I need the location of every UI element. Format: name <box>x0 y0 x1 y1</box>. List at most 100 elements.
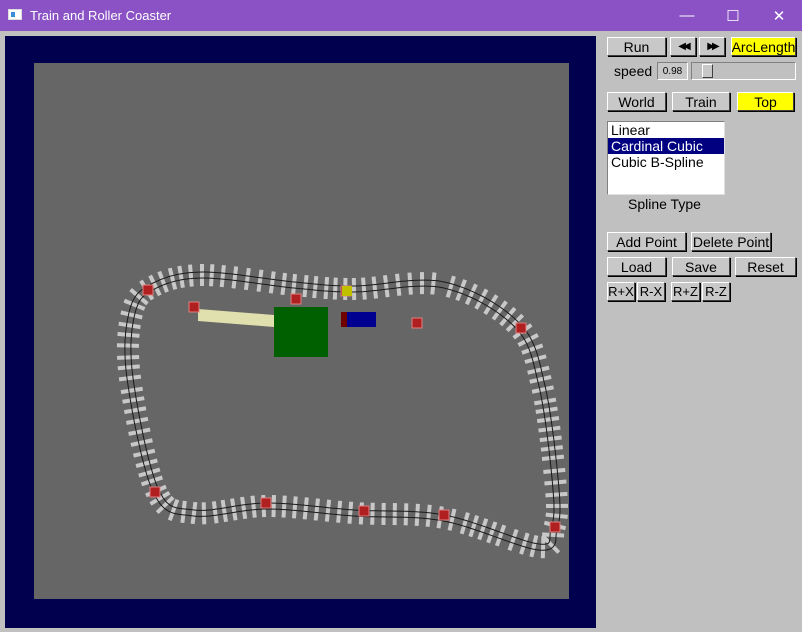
control-point[interactable] <box>438 509 450 521</box>
control-point[interactable] <box>142 284 154 296</box>
rotate-x-plus-button[interactable]: R+X <box>607 282 635 301</box>
scenery-box <box>274 307 328 357</box>
arclength-button[interactable]: ArcLength <box>731 37 796 56</box>
rotate-z-minus-button[interactable]: R-Z <box>702 282 730 301</box>
track-tie <box>135 458 158 468</box>
view-world-button[interactable]: World <box>607 92 666 111</box>
track-tie <box>116 343 139 348</box>
track-tie <box>157 270 169 293</box>
track-tie <box>177 265 185 289</box>
track-tie <box>324 499 332 522</box>
save-button[interactable]: Save <box>672 257 730 276</box>
train-front <box>341 312 347 327</box>
spline-type-list[interactable]: Linear Cardinal Cubic Cubic B-Spline <box>607 121 725 195</box>
track-tie <box>543 467 566 475</box>
control-point[interactable] <box>358 505 370 517</box>
track-tie <box>231 266 239 289</box>
control-point[interactable] <box>290 293 302 305</box>
track-tie <box>370 502 375 525</box>
load-button[interactable]: Load <box>607 257 666 276</box>
track-tie <box>535 406 558 414</box>
track-tie <box>347 501 354 524</box>
track-tie <box>517 333 539 347</box>
track-tie <box>361 277 367 300</box>
track-tie <box>140 475 164 487</box>
track-tie <box>371 276 379 299</box>
rotate-x-minus-button[interactable]: R-X <box>637 282 665 301</box>
spline-option-cardinal-cubic[interactable]: Cardinal Cubic <box>608 138 724 154</box>
track-tie <box>230 498 238 521</box>
track-tie <box>167 267 178 290</box>
train-car[interactable] <box>344 312 376 327</box>
speed-slider-thumb[interactable] <box>702 64 713 78</box>
track-tie <box>541 454 565 461</box>
track-tie <box>336 500 343 523</box>
track-tie <box>539 435 562 443</box>
track-tie <box>533 397 557 406</box>
control-point[interactable] <box>549 521 561 533</box>
track-tie <box>468 515 480 538</box>
minimize-button[interactable]: — <box>664 0 710 31</box>
control-point[interactable] <box>188 301 200 313</box>
track-tie <box>540 536 546 559</box>
headlight-beam <box>198 309 274 327</box>
track-tie <box>130 438 153 447</box>
track-tie <box>524 354 547 364</box>
track-tie <box>188 264 194 287</box>
track-tie <box>240 496 248 520</box>
track-tie <box>529 374 552 384</box>
spline-type-label: Spline Type <box>628 196 701 212</box>
delete-point-button[interactable]: Delete Point <box>691 232 771 251</box>
track-tie <box>531 385 554 394</box>
spline-option-cubic-bspline[interactable]: Cubic B-Spline <box>608 154 724 170</box>
track-tie <box>382 274 390 298</box>
track-tie <box>529 534 539 558</box>
view-train-button[interactable]: Train <box>672 92 730 111</box>
track-tie <box>118 321 141 330</box>
track-tie <box>120 310 143 320</box>
control-point[interactable] <box>260 497 272 509</box>
spline-option-linear[interactable]: Linear <box>608 122 724 138</box>
track-tie <box>268 271 276 294</box>
track-tie <box>455 279 467 302</box>
rotate-z-plus-button[interactable]: R+Z <box>671 282 700 301</box>
control-point[interactable] <box>411 317 423 329</box>
track-tie <box>128 427 151 436</box>
track-ties <box>116 263 569 559</box>
selected-control-point[interactable] <box>342 286 352 296</box>
track-tie <box>521 343 544 355</box>
track-tie <box>425 504 432 527</box>
add-point-button[interactable]: Add Point <box>607 232 686 251</box>
track-tie <box>220 499 228 523</box>
track-tie <box>209 264 215 287</box>
track-tie <box>477 518 489 541</box>
track-tie <box>290 273 298 297</box>
track-tie <box>332 277 338 300</box>
track-tie <box>211 501 219 524</box>
track-tie <box>542 532 565 538</box>
close-button[interactable]: ✕ <box>756 0 802 31</box>
track-tie <box>302 274 309 298</box>
track-tie <box>540 445 564 452</box>
maximize-button[interactable]: ☐ <box>710 0 756 31</box>
track-tie <box>545 512 568 519</box>
track-tie <box>123 406 147 415</box>
gl-viewport[interactable] <box>34 63 569 599</box>
track-tie <box>519 532 530 555</box>
track-tie <box>447 508 457 531</box>
control-point[interactable] <box>149 486 161 498</box>
speed-slider[interactable] <box>691 62 796 80</box>
run-button[interactable]: Run <box>607 37 666 56</box>
track-tie <box>323 276 330 300</box>
track-scene <box>116 263 569 559</box>
reset-button[interactable]: Reset <box>735 257 796 276</box>
fast-forward-button[interactable]: ▶▶ <box>699 37 725 56</box>
rewind-button[interactable]: ◀◀ <box>670 37 696 56</box>
speed-label: speed <box>614 63 653 79</box>
track-tie <box>117 331 140 338</box>
control-point[interactable] <box>515 322 527 334</box>
view-top-button[interactable]: Top <box>737 92 794 111</box>
track-tie <box>122 396 145 404</box>
track-tie <box>132 448 156 458</box>
track-tie <box>219 264 226 288</box>
